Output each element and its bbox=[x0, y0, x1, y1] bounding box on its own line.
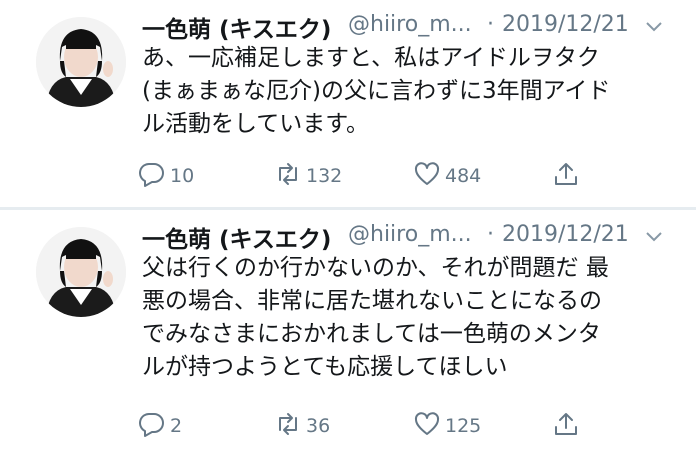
tweet-text: 父は行くのか行かないのか、それが問題だ 最 悪の場合、非常に居た堪れないことにな… bbox=[142, 255, 609, 380]
retweet-count: 132 bbox=[306, 165, 343, 187]
share-button[interactable] bbox=[552, 410, 580, 442]
avatar[interactable] bbox=[36, 17, 126, 107]
reply-icon bbox=[138, 160, 166, 192]
tweet-actions: 10 132 484 bbox=[138, 160, 598, 192]
share-icon bbox=[552, 160, 580, 192]
like-count: 484 bbox=[445, 165, 482, 187]
like-button[interactable]: 125 bbox=[413, 410, 481, 442]
heart-icon bbox=[413, 160, 441, 192]
retweet-icon bbox=[274, 410, 302, 442]
reply-button[interactable]: 2 bbox=[138, 410, 182, 442]
reply-count: 2 bbox=[170, 415, 183, 437]
display-name[interactable]: 一色萌 (キスエク) bbox=[142, 10, 331, 44]
tweet-date[interactable]: 2019/12/21 bbox=[502, 12, 629, 37]
like-count: 125 bbox=[445, 415, 482, 437]
tweet-header: 一色萌 (キスエク) @hiiro_m... · 2019/12/21 bbox=[142, 8, 682, 44]
retweet-icon bbox=[274, 160, 302, 192]
tweet-text: あ、一応補足しますと、私はアイドルヲタク (まぁまぁな厄介)の父に言わずに3年間… bbox=[142, 45, 611, 137]
tweet[interactable]: 一色萌 (キスエク) @hiiro_m... · 2019/12/21 あ、一応… bbox=[0, 0, 696, 207]
retweet-button[interactable]: 36 bbox=[274, 410, 330, 442]
chevron-down-icon[interactable] bbox=[644, 226, 664, 246]
separator: · bbox=[487, 222, 494, 247]
tweet[interactable]: 一色萌 (キスエク) @hiiro_m... · 2019/12/21 父は行く… bbox=[0, 210, 696, 463]
tweet-header: 一色萌 (キスエク) @hiiro_m... · 2019/12/21 bbox=[142, 218, 682, 254]
chevron-down-icon[interactable] bbox=[644, 16, 664, 36]
separator: · bbox=[487, 12, 494, 37]
avatar[interactable] bbox=[36, 227, 126, 317]
retweet-count: 36 bbox=[306, 415, 331, 437]
user-handle[interactable]: @hiiro_m... bbox=[348, 222, 472, 247]
display-name[interactable]: 一色萌 (キスエク) bbox=[142, 220, 331, 254]
tweet-actions: 2 36 125 bbox=[138, 410, 598, 442]
share-button[interactable] bbox=[552, 160, 580, 192]
reply-count: 10 bbox=[170, 165, 195, 187]
tweet-date[interactable]: 2019/12/21 bbox=[502, 222, 629, 247]
heart-icon bbox=[413, 410, 441, 442]
reply-icon bbox=[138, 410, 166, 442]
reply-button[interactable]: 10 bbox=[138, 160, 194, 192]
user-handle[interactable]: @hiiro_m... bbox=[348, 12, 472, 37]
share-icon bbox=[552, 410, 580, 442]
retweet-button[interactable]: 132 bbox=[274, 160, 342, 192]
like-button[interactable]: 484 bbox=[413, 160, 481, 192]
